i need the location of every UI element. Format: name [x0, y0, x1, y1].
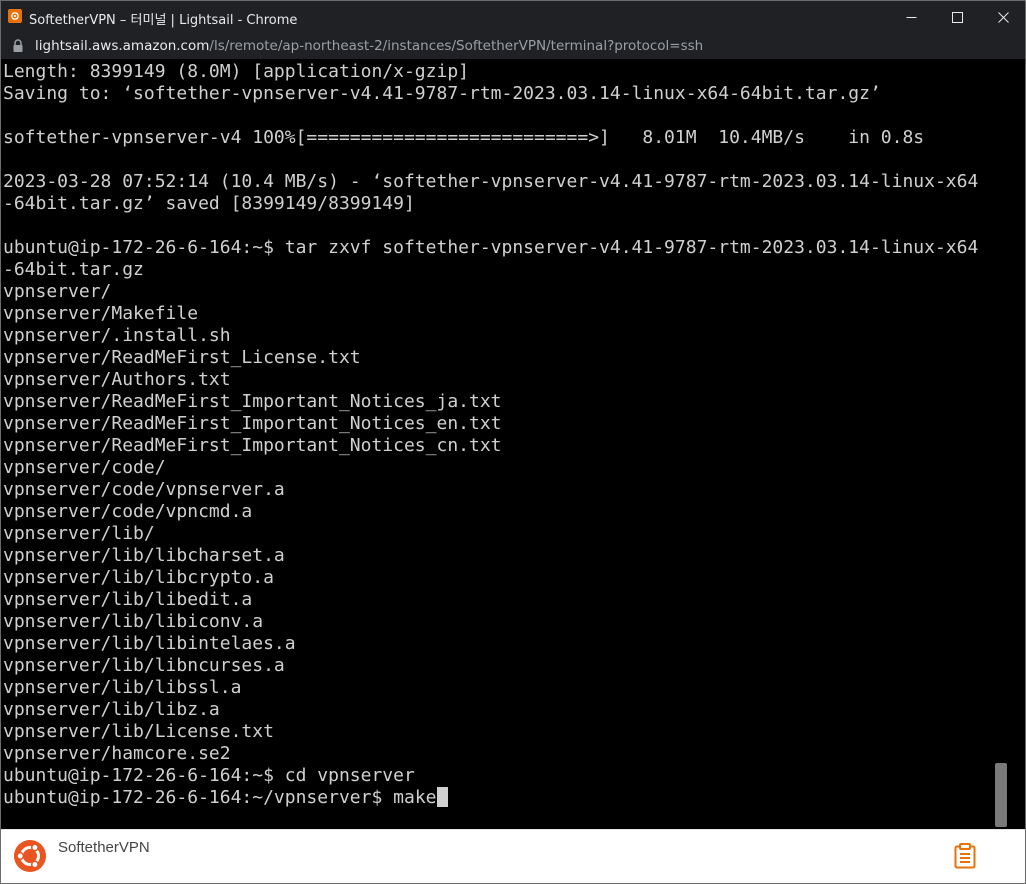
clipboard-icon — [954, 843, 976, 869]
terminal-line: vpnserver/code/vpncmd.a — [3, 501, 253, 522]
terminal-line: vpnserver/Makefile — [3, 303, 199, 324]
close-icon — [997, 11, 1009, 23]
terminal-line: vpnserver/ReadMeFirst_Important_Notices_… — [3, 435, 502, 456]
url-host: lightsail.aws.amazon.com — [35, 38, 210, 54]
terminal-line: vpnserver/lib/libcharset.a — [3, 545, 285, 566]
terminal-line: vpnserver/lib/libncurses.a — [3, 655, 285, 676]
terminal-line: vpnserver/ — [3, 281, 112, 302]
close-button[interactable] — [980, 1, 1025, 33]
title-bar: SoftetherVPN – 터미널 | Lightsail - Chrome — [1, 1, 1025, 33]
terminal-line: vpnserver/ReadMeFirst_Important_Notices_… — [3, 413, 502, 434]
terminal-line: vpnserver/hamcore.se2 — [3, 743, 231, 764]
terminal-line: ubuntu@ip-172-26-6-164:~$ cd vpnserver — [3, 765, 415, 786]
terminal-line: vpnserver/ReadMeFirst_Important_Notices_… — [3, 391, 502, 412]
address-bar[interactable]: lightsail.aws.amazon.com/ls/remote/ap-no… — [1, 33, 1025, 59]
command-input[interactable]: make — [393, 787, 436, 808]
terminal-line: vpnserver/ReadMeFirst_License.txt — [3, 347, 361, 368]
terminal-line: -64bit.tar.gz’ saved [8399149/8399149] — [3, 193, 415, 214]
terminal-line: Length: 8399149 (8.0M) [application/x-gz… — [3, 61, 469, 82]
lock-icon[interactable] — [12, 39, 24, 53]
url-text[interactable]: lightsail.aws.amazon.com/ls/remote/ap-no… — [35, 38, 703, 54]
terminal-line: vpnserver/code/ — [3, 457, 166, 478]
terminal-line: vpnserver/lib/ — [3, 523, 155, 544]
maximize-button[interactable] — [934, 1, 980, 33]
instance-name: SoftetherVPN — [58, 839, 150, 856]
clipboard-button[interactable] — [953, 842, 977, 870]
terminal-area[interactable]: Length: 8399149 (8.0M) [application/x-gz… — [1, 59, 1025, 829]
terminal-line: vpnserver/lib/libz.a — [3, 699, 220, 720]
terminal-line: Saving to: ‘softether-vpnserver-v4.41-97… — [3, 83, 881, 104]
browser-window: SoftetherVPN – 터미널 | Lightsail - Chrome … — [0, 0, 1026, 884]
terminal-line: vpnserver/lib/libssl.a — [3, 677, 242, 698]
minimize-button[interactable] — [888, 1, 934, 33]
terminal-line: ubuntu@ip-172-26-6-164:~$ tar zxvf softe… — [3, 237, 979, 258]
terminal-line: vpnserver/Authors.txt — [3, 369, 231, 390]
terminal-line: -64bit.tar.gz — [3, 259, 144, 280]
terminal-line: vpnserver/lib/libiconv.a — [3, 611, 264, 632]
maximize-icon — [951, 11, 963, 23]
terminal-line: vpnserver/code/vpnserver.a — [3, 479, 285, 500]
terminal-line: vpnserver/lib/libedit.a — [3, 589, 253, 610]
terminal-line: vpnserver/lib/libcrypto.a — [3, 567, 274, 588]
minimize-icon — [906, 16, 916, 18]
terminal-line: softether-vpnserver-v4 100%[============… — [3, 127, 925, 148]
terminal-line: vpnserver/.install.sh — [3, 325, 231, 346]
footer-bar: SoftetherVPN — [1, 829, 1025, 883]
lightsail-app-icon — [8, 9, 22, 23]
terminal-prompt-line[interactable]: ubuntu@ip-172-26-6-164:~/vpnserver$ make — [3, 787, 993, 809]
terminal-line: 2023-03-28 07:52:14 (10.4 MB/s) - ‘softe… — [3, 171, 979, 192]
window-title: SoftetherVPN – 터미널 | Lightsail - Chrome — [29, 13, 298, 28]
shell-prompt: ubuntu@ip-172-26-6-164:~/vpnserver$ — [3, 787, 394, 808]
ubuntu-logo-icon — [14, 840, 46, 872]
terminal-scrollbar-thumb[interactable] — [995, 763, 1007, 827]
terminal-line: vpnserver/lib/libintelaes.a — [3, 633, 296, 654]
terminal-scrollbar[interactable] — [993, 59, 1009, 829]
url-path: /ls/remote/ap-northeast-2/instances/Soft… — [209, 38, 704, 54]
terminal-output: Length: 8399149 (8.0M) [application/x-gz… — [3, 61, 993, 809]
terminal-line: vpnserver/lib/License.txt — [3, 721, 274, 742]
terminal-cursor — [436, 787, 448, 807]
